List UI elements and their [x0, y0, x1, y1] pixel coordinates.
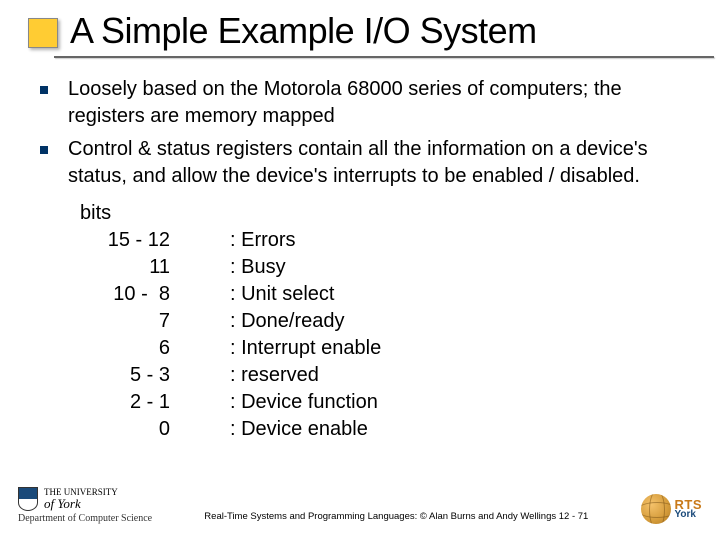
bit-row: 7 : Done/ready	[80, 308, 690, 335]
footer-credit: Real-Time Systems and Programming Langua…	[162, 511, 630, 522]
bullet-icon	[40, 146, 48, 154]
bit-range: 0	[80, 416, 230, 443]
bit-header: bits	[80, 200, 690, 227]
globe-icon	[641, 494, 671, 524]
bit-range: 5 - 3	[80, 362, 230, 389]
bit-desc: : Unit select	[230, 281, 334, 308]
bit-range: 15 - 12	[80, 227, 230, 254]
bit-table: bits 15 - 12 : Errors 11 : Busy 10 - 8 :…	[80, 200, 690, 443]
bit-desc: : Device enable	[230, 416, 368, 443]
bit-range: 11	[80, 254, 230, 281]
slide-title: A Simple Example I/O System	[70, 10, 690, 52]
slide-footer: THE UNIVERSITY of York Department of Com…	[0, 487, 720, 524]
rts-logo: RTS York	[641, 494, 703, 524]
bit-desc: : Interrupt enable	[230, 335, 381, 362]
bullet-text: Control & status registers contain all t…	[68, 136, 690, 190]
slide-body: Loosely based on the Motorola 68000 seri…	[40, 76, 690, 443]
bit-row: 11 : Busy	[80, 254, 690, 281]
bullet-item: Loosely based on the Motorola 68000 seri…	[40, 76, 690, 130]
university-logo: THE UNIVERSITY of York	[18, 487, 118, 511]
bullet-item: Control & status registers contain all t…	[40, 136, 690, 190]
bit-desc: : Done/ready	[230, 308, 345, 335]
rts-text: RTS York	[675, 499, 703, 520]
bit-desc: : Errors	[230, 227, 296, 254]
bullet-text: Loosely based on the Motorola 68000 seri…	[68, 76, 690, 130]
bullet-icon	[40, 86, 48, 94]
title-accent-box	[28, 18, 58, 48]
department-name: Department of Computer Science	[18, 513, 152, 524]
bit-range: 7	[80, 308, 230, 335]
shield-icon	[18, 487, 38, 511]
bit-row: 15 - 12 : Errors	[80, 227, 690, 254]
bit-range: 2 - 1	[80, 389, 230, 416]
bit-row: 5 - 3 : reserved	[80, 362, 690, 389]
york-label: York	[675, 510, 703, 519]
bit-desc: : reserved	[230, 362, 319, 389]
title-underline	[54, 56, 714, 58]
bit-range: 10 - 8	[80, 281, 230, 308]
bit-row: 0 : Device enable	[80, 416, 690, 443]
bit-desc: : Busy	[230, 254, 286, 281]
university-name: THE UNIVERSITY of York	[44, 488, 118, 510]
slide: A Simple Example I/O System Loosely base…	[0, 0, 720, 540]
bit-row: 6 : Interrupt enable	[80, 335, 690, 362]
footer-left: THE UNIVERSITY of York Department of Com…	[18, 487, 152, 524]
bit-desc: : Device function	[230, 389, 378, 416]
bit-row: 10 - 8 : Unit select	[80, 281, 690, 308]
bit-row: 2 - 1 : Device function	[80, 389, 690, 416]
bit-range: 6	[80, 335, 230, 362]
uni-line2: of York	[44, 497, 118, 510]
